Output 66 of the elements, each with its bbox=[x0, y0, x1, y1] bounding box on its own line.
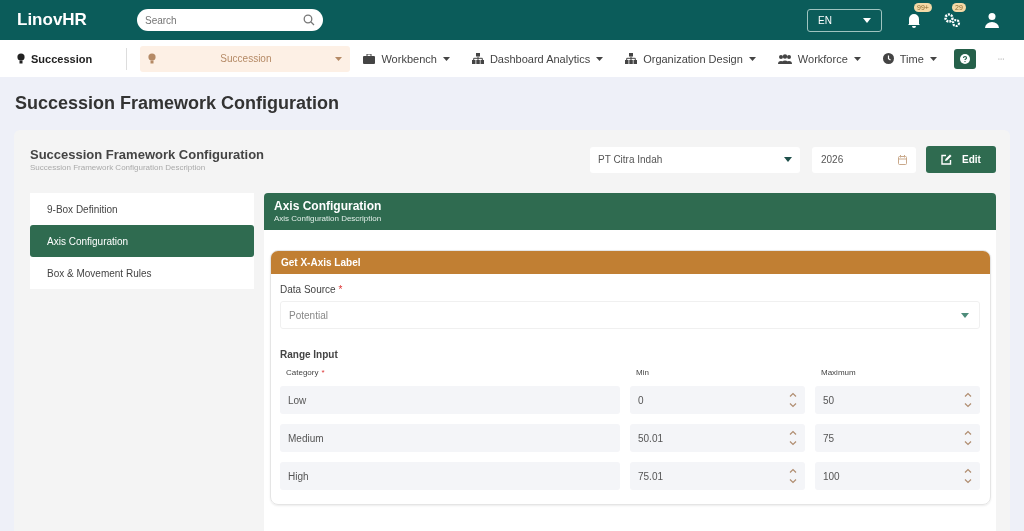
stepper-icon[interactable] bbox=[964, 392, 972, 408]
app-logo: LinovHR bbox=[17, 10, 88, 30]
card-title: Succession Framework Configuration bbox=[30, 147, 265, 162]
caret-icon bbox=[748, 56, 756, 61]
hierarchy-icon bbox=[625, 53, 638, 64]
field-label: Data Source bbox=[280, 284, 336, 295]
help-button[interactable] bbox=[953, 48, 976, 69]
caret-icon bbox=[961, 312, 969, 318]
number-field[interactable]: 50 bbox=[815, 386, 980, 414]
column-header: Maximum bbox=[821, 368, 856, 377]
required-mark: * bbox=[321, 368, 325, 377]
section-title: Get X-Axis Label bbox=[281, 257, 361, 268]
nav-menu[interactable]: Workbench bbox=[354, 45, 459, 72]
range-title: Range Input bbox=[280, 349, 339, 360]
nav-menu[interactable]: Workforce bbox=[768, 45, 870, 72]
hierarchy-icon bbox=[471, 53, 484, 64]
number-field[interactable]: 50.01 bbox=[630, 424, 805, 452]
data-source-dropdown[interactable]: Potential bbox=[280, 301, 980, 329]
company-dropdown[interactable]: PT Citra Indah bbox=[590, 146, 800, 173]
page-title: Succession Framework Configuration bbox=[15, 93, 341, 114]
number-field[interactable]: 0 bbox=[630, 386, 805, 414]
column-header: Category bbox=[286, 368, 319, 377]
language-dropdown[interactable]: EN bbox=[807, 8, 882, 32]
required-mark: * bbox=[338, 284, 343, 295]
briefcase-icon bbox=[363, 53, 376, 64]
bell-icon[interactable] bbox=[906, 12, 922, 28]
number-field[interactable]: 75.01 bbox=[630, 462, 805, 490]
bulb-icon bbox=[148, 53, 157, 64]
category-field[interactable]: Medium bbox=[280, 424, 620, 452]
caret-icon bbox=[853, 56, 861, 61]
number-field[interactable]: 100 bbox=[815, 462, 980, 490]
gears-icon[interactable] bbox=[944, 12, 962, 28]
caret-icon bbox=[784, 157, 792, 162]
user-icon[interactable] bbox=[984, 12, 1000, 28]
stepper-icon[interactable] bbox=[964, 430, 972, 446]
search-field[interactable]: Search bbox=[137, 9, 323, 31]
caret-icon bbox=[863, 17, 871, 23]
people-icon bbox=[777, 53, 792, 64]
menu-item[interactable]: Axis Configuration bbox=[30, 225, 254, 257]
stepper-icon[interactable] bbox=[789, 430, 797, 446]
nav-menu[interactable]: Time bbox=[873, 45, 946, 72]
nav-menu[interactable]: Dashboard Analytics bbox=[462, 45, 613, 72]
calendar-icon bbox=[898, 154, 907, 165]
stepper-icon[interactable] bbox=[964, 468, 972, 484]
module-title: Succession bbox=[17, 52, 112, 65]
card-description: Succession Framework Configuration Description bbox=[30, 163, 207, 172]
panel-description: Axis Configuration Description bbox=[274, 214, 383, 223]
caret-icon bbox=[596, 56, 604, 61]
nav-menu[interactable]: Organization Design bbox=[616, 45, 765, 72]
stepper-icon[interactable] bbox=[789, 468, 797, 484]
edit-button[interactable]: Edit bbox=[926, 146, 996, 173]
clock-icon bbox=[882, 53, 894, 64]
search-icon bbox=[303, 14, 315, 26]
number-field[interactable]: 75 bbox=[815, 424, 980, 452]
column-header: Min bbox=[636, 368, 649, 377]
edit-icon bbox=[941, 154, 953, 165]
panel-title: Axis Configuration bbox=[274, 199, 383, 213]
category-field[interactable]: High bbox=[280, 462, 620, 490]
category-field[interactable]: Low bbox=[280, 386, 620, 414]
caret-icon bbox=[335, 56, 343, 61]
bulb-icon bbox=[17, 53, 25, 64]
help-icon bbox=[959, 53, 970, 64]
caret-icon bbox=[929, 56, 937, 61]
stepper-icon[interactable] bbox=[789, 392, 797, 408]
caret-icon bbox=[442, 56, 450, 61]
year-picker[interactable]: 2026 bbox=[812, 146, 916, 173]
